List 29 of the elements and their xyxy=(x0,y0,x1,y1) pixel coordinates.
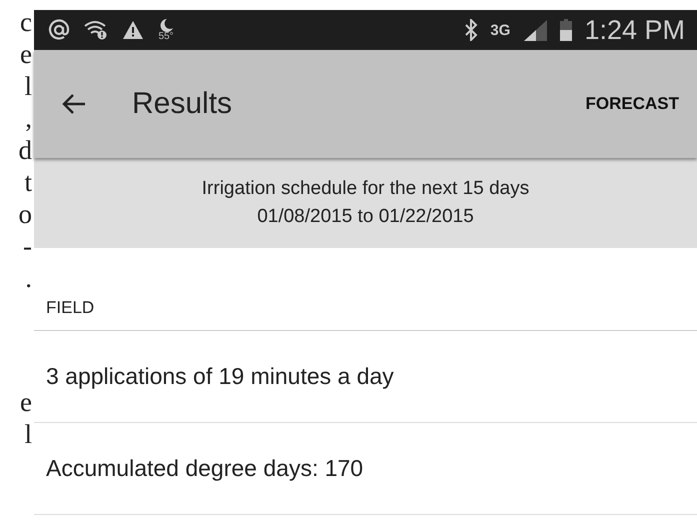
clock-text: 1:24 PM xyxy=(584,14,685,46)
temperature-text: 55° xyxy=(158,32,174,42)
page-text-fragment: e xyxy=(20,38,32,70)
page-text-fragment: - xyxy=(23,230,32,262)
warning-icon xyxy=(122,20,144,40)
page-text-fragment: l xyxy=(24,418,32,450)
bluetooth-icon xyxy=(464,19,478,41)
network-type-text: 3G xyxy=(490,22,510,38)
result-text: 3 applications of 19 minutes a day xyxy=(46,363,394,390)
result-text: Accumulated degree days: 170 xyxy=(46,455,364,482)
at-sign-icon xyxy=(48,19,70,41)
forecast-button[interactable]: FORECAST xyxy=(586,90,679,118)
back-arrow-icon[interactable] xyxy=(62,93,86,115)
section-header: FIELD xyxy=(34,298,697,331)
page-text-fragment: t xyxy=(24,166,32,198)
page-text-fragment: . xyxy=(25,262,32,294)
wifi-alert-icon xyxy=(84,20,108,40)
page-text-fragment: , xyxy=(25,102,32,134)
banner-text: Irrigation schedule for the next 15 days xyxy=(202,177,530,201)
banner-text: 01/08/2015 to 01/22/2015 xyxy=(257,205,474,229)
battery-icon xyxy=(560,19,572,41)
moon-icon xyxy=(158,18,174,32)
page-text-fragment: e xyxy=(20,386,32,418)
signal-icon xyxy=(522,19,548,41)
page-text-fragment: l xyxy=(24,70,32,102)
screen-title: Results xyxy=(132,87,234,121)
page-text-fragment: c xyxy=(20,6,32,38)
page-text-fragment: d xyxy=(18,134,32,166)
page-text-fragment: o xyxy=(18,198,32,230)
